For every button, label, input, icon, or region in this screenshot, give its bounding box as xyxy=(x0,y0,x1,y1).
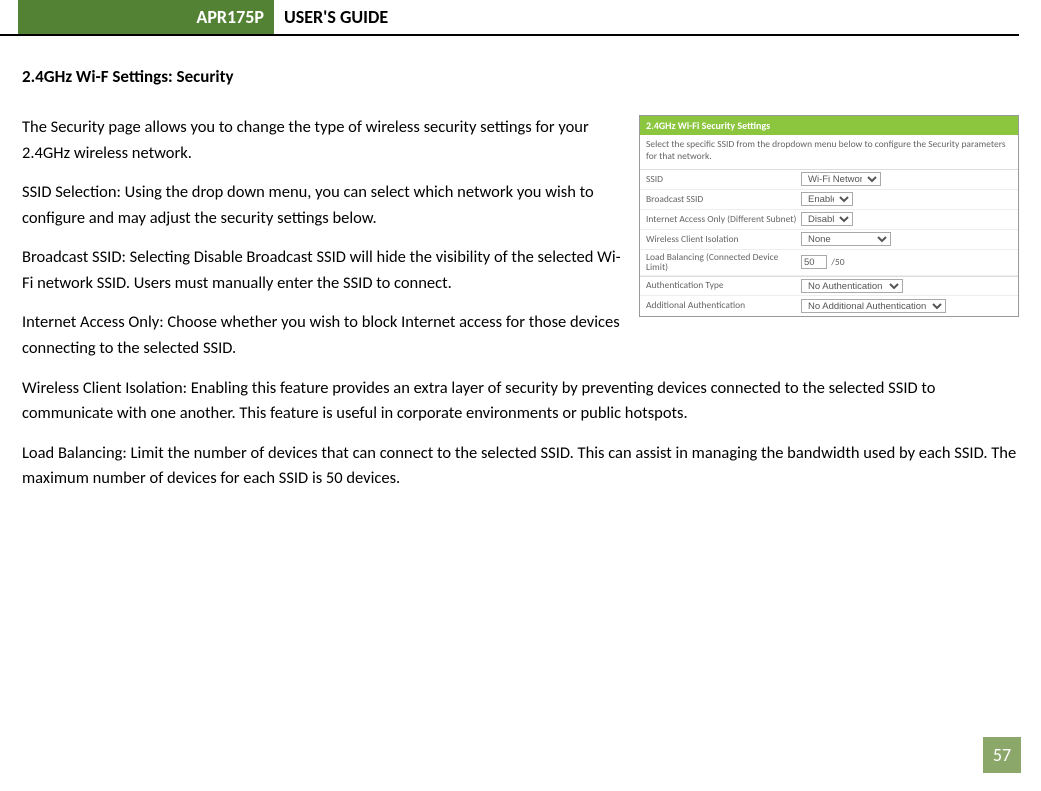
load-balancing-input[interactable] xyxy=(801,255,827,269)
load-balancing-suffix: /50 xyxy=(831,256,844,268)
label-iao: Internet Access Only (Different Subnet) xyxy=(646,214,801,224)
broadcast-select[interactable]: Enable xyxy=(801,192,853,206)
paragraph-internet-access: Internet Access Only: Choose whether you… xyxy=(22,310,1019,361)
addauth-select[interactable]: No Additional Authentication xyxy=(801,299,946,313)
body-wrap: 2.4GHz Wi-Fi Security Settings Select th… xyxy=(22,115,1019,492)
settings-screenshot: 2.4GHz Wi-Fi Security Settings Select th… xyxy=(639,115,1019,317)
row-iao: Internet Access Only (Different Subnet) … xyxy=(640,210,1018,230)
label-auth: Authentication Type xyxy=(646,280,801,290)
label-load-balancing: Load Balancing (Connected Device Limit) xyxy=(646,252,801,273)
auth-select[interactable]: No Authentication xyxy=(801,279,903,293)
ssid-select[interactable]: Wi-Fi Network 1 xyxy=(801,172,881,186)
label-broadcast: Broadcast SSID xyxy=(646,194,801,204)
page-content: 2.4GHz Wi-F Settings: Security 2.4GHz Wi… xyxy=(0,36,1041,492)
label-ssid: SSID xyxy=(646,174,801,184)
label-wci: Wireless Client Isolation xyxy=(646,234,801,244)
row-load-balancing: Load Balancing (Connected Device Limit) … xyxy=(640,250,1018,276)
page-number: 57 xyxy=(983,737,1021,773)
wci-select[interactable]: None xyxy=(801,232,891,246)
row-wci: Wireless Client Isolation None xyxy=(640,230,1018,250)
screenshot-hint: Select the specific SSID from the dropdo… xyxy=(640,135,1018,170)
paragraph-client-isolation: Wireless Client Isolation: Enabling this… xyxy=(22,376,1019,427)
section-title: 2.4GHz Wi-F Settings: Security xyxy=(22,66,1019,87)
paragraph-load-balancing: Load Balancing: Limit the number of devi… xyxy=(22,441,1019,492)
page-header: APR175P USER'S GUIDE xyxy=(0,0,1019,36)
row-addauth: Additional Authentication No Additional … xyxy=(640,296,1018,316)
row-ssid: SSID Wi-Fi Network 1 xyxy=(640,170,1018,190)
product-badge: APR175P xyxy=(18,0,274,34)
guide-title: USER'S GUIDE xyxy=(274,0,388,34)
label-addauth: Additional Authentication xyxy=(646,300,801,310)
row-auth: Authentication Type No Authentication xyxy=(640,276,1018,296)
row-broadcast: Broadcast SSID Enable xyxy=(640,190,1018,210)
iao-select[interactable]: Disable xyxy=(801,212,853,226)
screenshot-banner: 2.4GHz Wi-Fi Security Settings xyxy=(640,116,1018,135)
